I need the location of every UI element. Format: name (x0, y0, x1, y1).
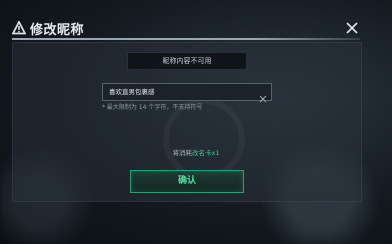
confirm-button[interactable]: 确认 (130, 170, 244, 193)
cost-item: 改名卡x1 (192, 149, 220, 157)
header-divider (12, 38, 360, 40)
cost-prefix: 将消耗 (172, 149, 193, 157)
nickname-input-value[interactable]: 喜欢直男包裹感 (109, 84, 155, 100)
dialog-header: 修改昵称 (0, 0, 392, 40)
nickname-input[interactable]: 喜欢直男包裹感 (102, 83, 272, 103)
close-icon[interactable] (344, 20, 360, 36)
error-notice: 昵称内容不可用 (127, 52, 247, 70)
dialog-title: 修改昵称 (30, 23, 85, 38)
character-limit-hint: * 最大限制为 14 个字符，不支持符号 (102, 104, 203, 111)
clear-x-icon[interactable] (259, 88, 267, 103)
warning-triangle-icon (11, 20, 27, 35)
cost-line: 将消耗改名卡x1 (0, 147, 392, 157)
